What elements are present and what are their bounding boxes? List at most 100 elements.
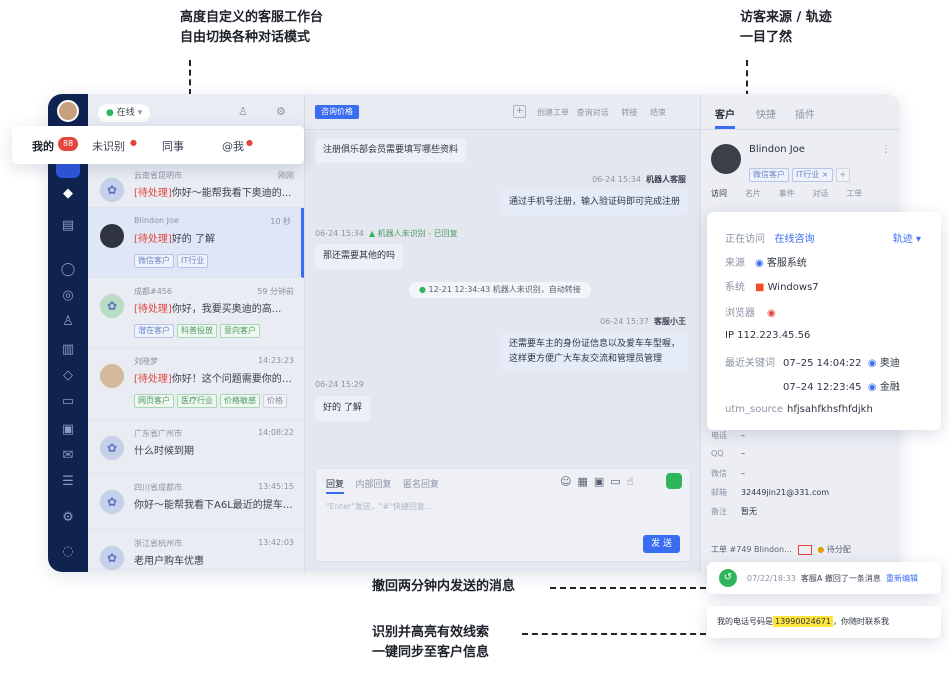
subtab-visit[interactable]: 访问 xyxy=(711,189,727,198)
customer-avatar xyxy=(711,144,741,174)
composer: 回复 内部回复 匿名回复 ☺▦▣▭☝ "Enter"发送，"#"快捷回复... … xyxy=(315,468,691,562)
tag: 价格敏感 xyxy=(220,394,260,408)
composer-toolbar: ☺▦▣▭☝ xyxy=(560,475,639,488)
help-icon[interactable]: ◌ xyxy=(60,544,76,560)
list-item[interactable]: ✿ 浙江省杭州市 13:42:03 老用户购车优惠 xyxy=(88,530,304,570)
tab-internal-reply[interactable]: 内部回复 xyxy=(355,480,391,490)
ticket-row[interactable]: 工单 #749 Blindon... ● 待分配 xyxy=(711,544,851,555)
customer-subtabs: 访问 名片 事件 对话 工单 xyxy=(711,188,862,199)
customer-name: Blindon Joe xyxy=(749,144,805,155)
end-button[interactable]: 结束 xyxy=(650,108,666,117)
conversation-preview: 老用户购车优惠 xyxy=(134,556,204,567)
tab-reply[interactable]: 回复 xyxy=(326,480,345,494)
satisfaction-icon[interactable] xyxy=(666,473,682,489)
user-icon[interactable]: ◯ xyxy=(60,262,76,278)
mail-icon[interactable]: ✉ xyxy=(60,448,76,464)
consult-tab[interactable]: 咨询价格 xyxy=(315,105,359,119)
os-row: 系统 ■ Windows7 xyxy=(725,282,819,293)
contacts-icon[interactable]: ♙ xyxy=(238,105,248,118)
list-tabs-popout: 我的 88 未识别 ● 同事 @我 ● xyxy=(12,126,304,164)
shield-icon[interactable]: ◇ xyxy=(60,368,76,384)
create-ticket-button[interactable]: 创建工单 xyxy=(537,108,569,117)
tab-at-me[interactable]: @我 xyxy=(222,138,244,154)
source-icon: ◉ xyxy=(867,382,877,393)
stats-icon[interactable]: ▥ xyxy=(60,342,76,358)
customer-icon[interactable]: ◎ xyxy=(60,288,76,304)
conversation-tags: 微信客户 IT行业 xyxy=(134,248,298,268)
message-icon[interactable]: ◆ xyxy=(60,186,76,202)
list-item[interactable]: ✿ 云南省昆明市 刚刚 [待处理]你好～能帮我看下奥迪的... xyxy=(88,162,304,208)
subtab-event[interactable]: 事件 xyxy=(779,189,795,198)
tab-shortcut[interactable]: 快捷 xyxy=(756,106,776,121)
message-meta: 06-24 15:34 ▲ 机器人未识别 - 已回复 xyxy=(315,229,458,238)
tab-customer[interactable]: 客户 xyxy=(715,106,735,121)
conversation-preview: [待处理]好的 了解 xyxy=(134,234,215,245)
conversation-preview: 你好～能帮我看下A6L最近的提车日吗 xyxy=(134,500,294,511)
send-button[interactable]: 发 送 xyxy=(643,535,680,553)
keyword-row: 最近关键词 07–25 14:04:22 ◉ 奥迪 xyxy=(725,358,900,369)
chrome-icon: ◉ xyxy=(767,308,776,319)
customer-avatar: ✿ xyxy=(100,546,124,570)
phone-message: 我的电话号码是 13990024671 ，你随时联系我 xyxy=(717,616,889,627)
message-customer: 注册俱乐部会员需要填写哪些资料 xyxy=(315,138,467,163)
re-edit-link[interactable]: 重新编辑 xyxy=(886,574,918,583)
message-input[interactable]: "Enter"发送，"#"快捷回复... xyxy=(326,501,433,512)
highlighted-phone[interactable]: 13990024671 xyxy=(773,616,833,627)
transfer-button[interactable]: 转接 xyxy=(621,108,637,117)
tag: 意向客户 xyxy=(220,324,260,338)
visit-row: 正在访问 在线咨询 xyxy=(725,234,815,245)
tab-plugin[interactable]: 插件 xyxy=(795,106,815,121)
conversation-tags: 潜在客户 科普投放 意向客户 xyxy=(134,318,298,338)
conversation-list: ● 在线 ▾ ♙ ⚙ ✿ 云南省昆明市 刚刚 [待处理]你好～能帮我看下奥迪的... B… xyxy=(88,94,304,572)
list-item[interactable]: ✿ 四川省成都市 13:45:15 你好～能帮我看下A6L最近的提车日吗 xyxy=(88,474,304,530)
subtab-chat[interactable]: 对话 xyxy=(812,189,828,198)
annotation-workbench: 高度自定义的客服工作台 自由切换各种对话模式 xyxy=(180,8,323,48)
clipboard-icon[interactable]: ▤ xyxy=(60,218,76,234)
agent-avatar[interactable] xyxy=(57,100,79,122)
conversation-source: 刘晓梦 xyxy=(134,357,158,366)
conversation-source: 四川省成都市 xyxy=(134,483,182,492)
tag: 价格 xyxy=(263,394,287,408)
add-icon[interactable]: + xyxy=(513,105,526,118)
customer-avatar: ✿ xyxy=(100,178,124,202)
customer-avatar: ✿ xyxy=(100,436,124,460)
conversation-preview: [待处理]你好，我要买奥迪的高... xyxy=(134,304,282,315)
group-icon[interactable]: ♙ xyxy=(60,314,76,330)
conversation-preview: [待处理]你好～能帮我看下奥迪的... xyxy=(134,188,292,199)
list-item[interactable]: Blindon Joe 10 秒 [待处理]好的 了解 微信客户 IT行业 xyxy=(88,208,304,278)
quick-reply-icon[interactable]: ▦ xyxy=(577,475,593,488)
chat-actions: 创建工单 查询对话 转接 结束 xyxy=(537,107,666,118)
image-icon[interactable]: ▣ xyxy=(594,475,610,488)
folder-icon[interactable]: ▭ xyxy=(610,475,626,488)
tab-anonymous-reply[interactable]: 匿名回复 xyxy=(403,480,439,490)
work-icon[interactable]: ☰ xyxy=(60,474,76,490)
annotation-line: 访客来源 / 轨迹 xyxy=(740,10,832,25)
robot-icon[interactable]: ▣ xyxy=(60,422,76,438)
monitor-icon[interactable]: ▭ xyxy=(60,394,76,410)
system-notice: ● 12-21 12:34:43 机器人未识别，自动转接 xyxy=(409,282,591,298)
customer-field: QQ – xyxy=(711,449,745,458)
track-dropdown[interactable]: 轨迹 ▾ xyxy=(893,230,921,245)
emoji-icon[interactable]: ☺ xyxy=(560,475,577,488)
status-dropdown[interactable]: ● 在线 ▾ xyxy=(98,104,151,122)
list-item[interactable]: ✿ 广东省广州市 14:08:22 什么时候到期 xyxy=(88,420,304,474)
settings-icon[interactable]: ⚙ xyxy=(60,510,76,526)
settings-icon[interactable]: ⚙ xyxy=(276,105,286,118)
tag[interactable]: IT行业 × xyxy=(792,168,833,182)
conversation-time: 13:45:15 xyxy=(258,482,294,491)
source-icon: ◉ xyxy=(867,358,877,369)
subtab-ticket[interactable]: 工单 xyxy=(846,189,862,198)
tab-peer[interactable]: 同事 xyxy=(162,138,184,154)
add-tag-button[interactable]: + xyxy=(835,168,851,182)
list-item[interactable]: ✿ 成都#456 59 分钟前 [待处理]你好，我要买奥迪的高... 潜在客户 科普投放意… xyxy=(88,278,304,348)
query-chat-button[interactable]: 查询对话 xyxy=(577,108,609,117)
list-item[interactable]: 刘晓梦 14:23:23 [待处理]你好！这个问题需要你的帮... 网页客户 医疗行业价… xyxy=(88,348,304,420)
conversation-time: 14:23:23 xyxy=(258,356,294,365)
tab-mine[interactable]: 我的 xyxy=(32,138,54,154)
more-icon[interactable]: ⋮ xyxy=(881,144,891,155)
tab-unknown[interactable]: 未识别 xyxy=(92,138,125,154)
subtab-card[interactable]: 名片 xyxy=(745,189,761,198)
chat-panel: 咨询价格 + 创建工单 查询对话 转接 结束 注册俱乐部会员需要填写哪些资料 0… xyxy=(304,94,701,572)
chevron-down-icon: ▾ xyxy=(137,108,143,118)
thumb-icon[interactable]: ☝ xyxy=(627,475,640,488)
